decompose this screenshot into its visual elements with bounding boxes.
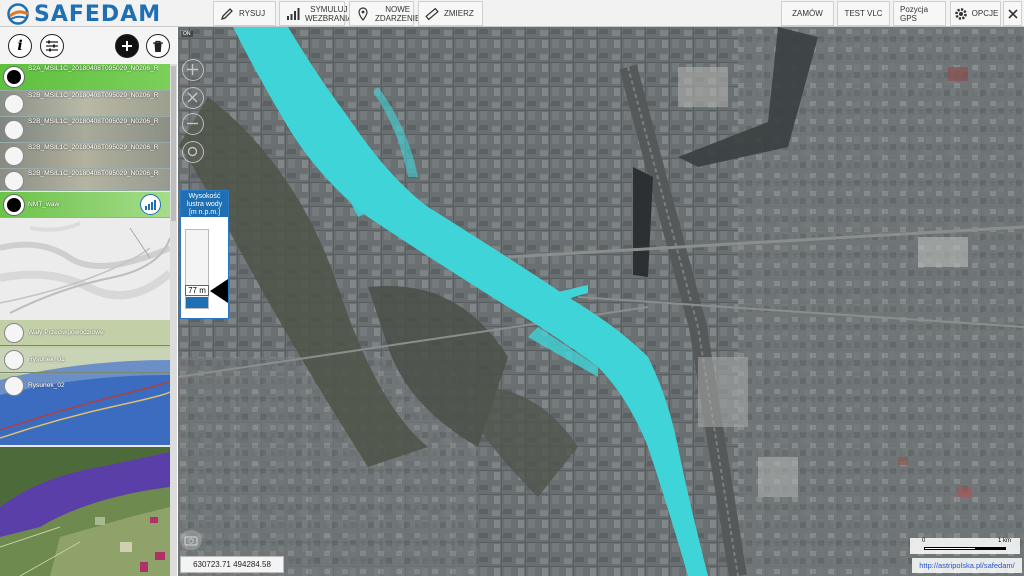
layer-item[interactable]: Rysunek_01 [0, 347, 170, 373]
layer-label: S2B_MSIL1C_20180408T095029_N0206_R079_T3… [28, 118, 158, 125]
cursor-coordinates: 630723.71 494284.58 [180, 556, 284, 573]
app-window: SAFEDAM RYSUJ SYMULUJ WEZBRANIA NOWE ZDA… [0, 0, 1024, 576]
info-icon: i [17, 38, 23, 54]
layer-label: S2B_MSIL1C_20180408T095029_N0206_R079_T3… [28, 92, 158, 99]
sidebar-scrollbar-thumb[interactable] [171, 66, 176, 221]
options-label: OPCJE [971, 9, 999, 18]
layer-label: Rysunek_02 [28, 382, 65, 389]
order-button[interactable]: ZAMÓW [781, 1, 834, 26]
water-level-gauge[interactable] [185, 229, 209, 309]
layer-legend-button[interactable] [140, 194, 161, 215]
layer-item[interactable]: Rysunek_02 [0, 373, 170, 399]
camera-icon [184, 536, 198, 546]
sidebar-toolbar: i [0, 27, 177, 64]
locate-button[interactable] [182, 141, 204, 163]
screenshot-button[interactable] [180, 530, 202, 550]
layer-toggle[interactable] [4, 146, 24, 166]
options-button[interactable]: OPCJE [950, 1, 1001, 26]
layer-label: S2B_MSIL1C_20180408T095029_N0206_R079_T3… [28, 144, 158, 151]
close-button[interactable] [1003, 1, 1022, 26]
new-event-button[interactable]: NOWE ZDARZENIE [349, 1, 420, 26]
layer-item[interactable]: Wały Przeciwpowodziowe [0, 320, 170, 346]
trash-icon [153, 40, 163, 52]
layer-label: Wały Przeciwpowodziowe [28, 329, 104, 336]
map-pin-icon [358, 6, 368, 21]
add-layer-button[interactable] [115, 34, 139, 58]
zoom-in-button[interactable] [182, 59, 204, 81]
water-level-title: Wysokość lustra wody [m n.p.m.] [181, 191, 228, 217]
map-view[interactable]: ON [178, 27, 1024, 576]
test-vlc-label: TEST VLC [844, 9, 883, 18]
layer-toggle[interactable] [4, 323, 24, 343]
measure-button[interactable]: ZMIERZ [418, 1, 483, 26]
delete-layer-button[interactable] [146, 34, 170, 58]
pencil-icon [220, 7, 233, 20]
measure-label: ZMIERZ [444, 9, 474, 18]
layer-label: Rysunek_01 [28, 356, 65, 363]
scale-end-label: 1 km [998, 538, 1012, 544]
sliders-icon [46, 40, 58, 52]
gear-icon [954, 7, 967, 20]
close-icon [187, 92, 198, 103]
elevation-preview [0, 218, 170, 320]
attribution-link[interactable]: http://astripolska.pl/safedam/ [912, 558, 1022, 573]
close-icon [1007, 8, 1018, 19]
layer-item[interactable]: NMT_waw [0, 192, 170, 218]
water-level-value: 77 m [185, 285, 209, 296]
scale-start-label: 0 [922, 538, 926, 544]
order-label: ZAMÓW [792, 9, 823, 18]
water-level-fill [186, 297, 208, 308]
zoom-out-button[interactable] [182, 113, 204, 135]
layer-item[interactable]: S2B_MSIL1C_20180408T095029_N0206_R079_T3… [0, 169, 170, 191]
sidebar-scrollbar[interactable] [170, 64, 177, 576]
draw-label: RYSUJ [239, 9, 266, 18]
plus-icon [122, 41, 132, 51]
top-toolbar: SAFEDAM RYSUJ SYMULUJ WEZBRANIA NOWE ZDA… [0, 0, 1024, 27]
layer-toggle[interactable] [4, 195, 24, 215]
signal-bars-icon [145, 199, 156, 210]
layer-item[interactable]: S2B_MSIL1C_20180408T095029_N0206_R079_T3… [0, 91, 170, 117]
scale-bar-segment [924, 547, 976, 550]
satellite-basemap [178, 27, 1024, 576]
layer-toggle[interactable] [4, 376, 24, 396]
draw-button[interactable]: RYSUJ [213, 1, 276, 26]
test-vlc-button[interactable]: TEST VLC [837, 1, 890, 26]
app-logo: SAFEDAM [6, 1, 162, 27]
layer-item[interactable]: S2A_MSIL1C_20180408T095029_N0206_R079_T3… [0, 64, 170, 91]
layer-label: S2A_MSIL1C_20180408T095029_N0206_R079_T3… [28, 65, 158, 72]
app-logo-text: SAFEDAM [34, 1, 162, 27]
gps-position-button[interactable]: Pozycja GPS [893, 1, 946, 26]
layer-settings-button[interactable] [40, 34, 64, 58]
signal-bars-icon [287, 7, 300, 20]
layer-label: S2B_MSIL1C_20180408T095029_N0206_R079_T3… [28, 170, 158, 177]
plus-icon [187, 64, 198, 75]
flood-extent-preview [0, 447, 170, 576]
simulate-flood-button[interactable]: SYMULUJ WEZBRANIA [279, 1, 353, 26]
map-corner-label: ON [181, 31, 193, 37]
dam-logo-icon [7, 3, 29, 25]
layer-toggle[interactable] [4, 350, 24, 370]
ruler-icon [425, 7, 439, 20]
gps-position-label: Pozycja GPS [900, 4, 929, 23]
water-level-widget: Wysokość lustra wody [m n.p.m.] 77 m [180, 190, 229, 319]
scale-bar: 0 1 km [910, 538, 1020, 554]
layer-toggle[interactable] [4, 171, 24, 191]
info-button[interactable]: i [8, 34, 32, 58]
layer-item[interactable]: S2B_MSIL1C_20180408T095029_N0206_R079_T3… [0, 117, 170, 143]
new-event-label: NOWE ZDARZENIE [375, 4, 421, 23]
simulate-flood-label: SYMULUJ WEZBRANIA [305, 4, 353, 23]
layer-toggle[interactable] [4, 67, 24, 87]
layer-label: NMT_waw [28, 201, 60, 208]
layer-toggle[interactable] [4, 120, 24, 140]
reset-view-button[interactable] [182, 87, 204, 109]
water-level-handle[interactable] [210, 279, 228, 303]
layers-sidebar: i S2A_MSIL1C_20180408T095029_N0206_R S2B… [0, 27, 177, 576]
minus-icon [187, 122, 198, 125]
layer-item[interactable]: S2B_MSIL1C_20180408T095029_N0206_R079_T3… [0, 143, 170, 169]
layer-toggle[interactable] [4, 94, 24, 114]
scale-bar-segment [976, 547, 1006, 550]
target-icon [187, 146, 198, 157]
